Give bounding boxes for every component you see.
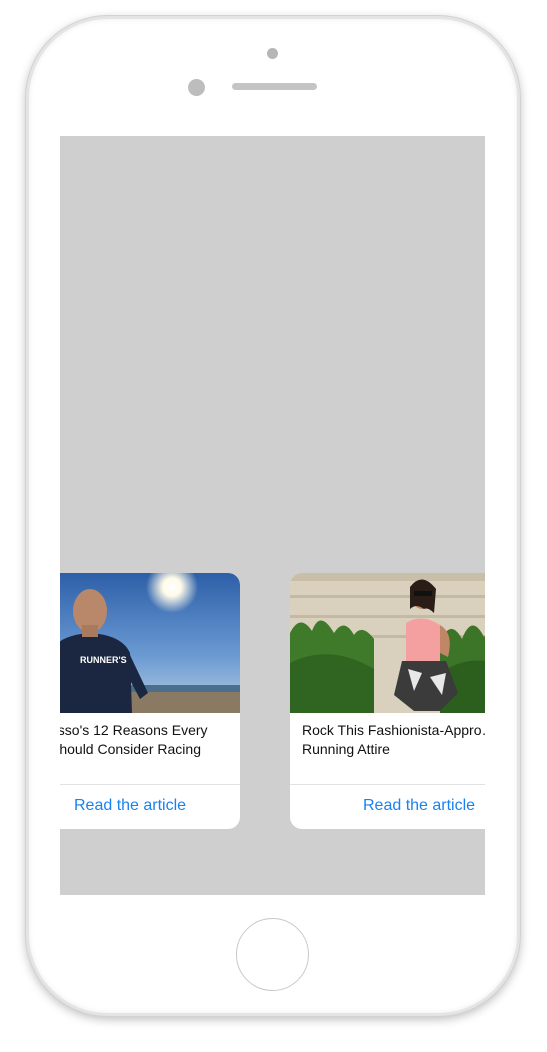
read-article-link[interactable]: Read the article: [74, 795, 186, 817]
article-title: Rock This Fashionista-Appro… Running Att…: [302, 721, 485, 759]
article-title-line: Rock This Fashionista-Appro…: [302, 722, 485, 738]
article-carousel[interactable]: RUNNER'S …asso's 12 Reasons Every …Shoul…: [60, 573, 485, 829]
phone-screen: RUNNER'S …asso's 12 Reasons Every …Shoul…: [60, 136, 485, 895]
article-title-line: …asso's 12 Reasons Every: [60, 722, 208, 738]
svg-text:RUNNER'S: RUNNER'S: [80, 655, 127, 665]
article-image-fashion: [290, 573, 485, 713]
article-title-line: …Should Consider Racing: [60, 741, 201, 757]
card-divider: [60, 784, 240, 785]
article-title-line: Running Attire: [302, 741, 390, 757]
article-image-runner: RUNNER'S: [60, 573, 240, 713]
front-camera: [267, 48, 278, 59]
article-card[interactable]: Rock This Fashionista-Appro… Running Att…: [290, 573, 485, 829]
proximity-sensor: [188, 79, 205, 96]
card-divider: [290, 784, 485, 785]
article-card[interactable]: RUNNER'S …asso's 12 Reasons Every …Shoul…: [60, 573, 240, 829]
runner-beach-photo: RUNNER'S: [60, 573, 240, 713]
fashion-runner-photo: [290, 573, 485, 713]
read-article-link[interactable]: Read the article: [363, 795, 475, 817]
home-button[interactable]: [236, 918, 309, 991]
earpiece-speaker: [232, 83, 317, 90]
article-title: …asso's 12 Reasons Every …Should Conside…: [60, 721, 236, 759]
